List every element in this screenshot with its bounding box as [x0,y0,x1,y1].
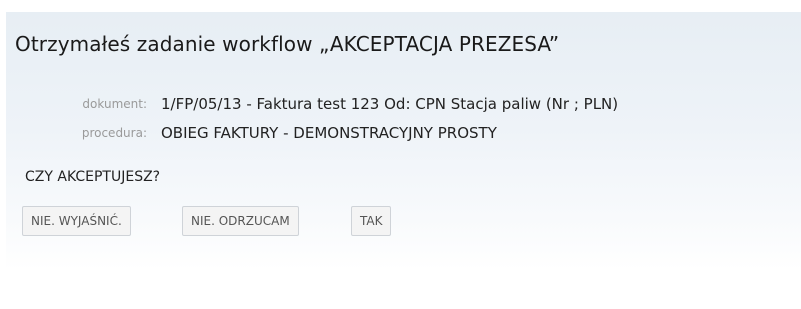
reject-button[interactable]: NIE. ODRZUCAM [182,206,299,236]
acceptance-question: CZY AKCEPTUJESZ? [25,169,161,185]
document-value: 1/FP/05/13 - Faktura test 123 Od: CPN St… [161,95,619,113]
accept-button[interactable]: TAK [351,206,392,236]
explain-button[interactable]: NIE. WYJAŚNIĆ. [22,206,131,236]
procedure-label: procedura: [81,126,147,140]
page-title: Otrzymałeś zadanie workflow „AKCEPTACJA … [15,32,560,56]
workflow-task-panel: Otrzymałeś zadanie workflow „AKCEPTACJA … [6,12,801,270]
document-label: dokument: [82,97,147,111]
procedure-value: OBIEG FAKTURY - DEMONSTRACYJNY PROSTY [161,124,497,142]
